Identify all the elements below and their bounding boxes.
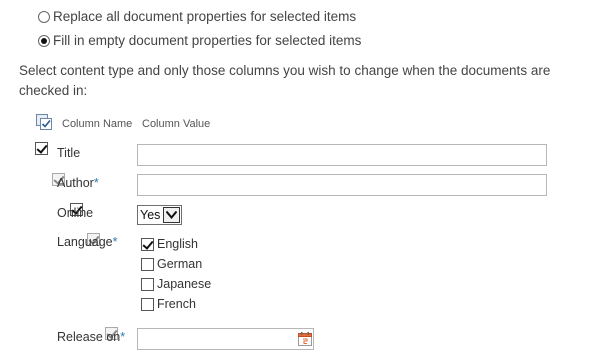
title-input[interactable] bbox=[137, 144, 547, 166]
title-label: Title bbox=[57, 146, 81, 160]
language-option-english[interactable]: English bbox=[141, 234, 211, 254]
calendar-icon[interactable] bbox=[297, 331, 313, 352]
column-name-header: Column Name bbox=[62, 118, 133, 130]
language-japanese-label: Japanese bbox=[157, 277, 212, 291]
title-checkbox[interactable] bbox=[35, 142, 48, 155]
fill-empty-radio[interactable] bbox=[38, 34, 50, 47]
language-option-japanese[interactable]: Japanese bbox=[141, 274, 211, 294]
language-japanese-checkbox[interactable] bbox=[141, 277, 154, 291]
release-on-required-mark: * bbox=[120, 330, 126, 344]
chevron-down-icon[interactable] bbox=[163, 207, 180, 223]
language-german-label: German bbox=[157, 257, 203, 271]
language-label-text: Language bbox=[57, 235, 113, 249]
language-english-checkbox[interactable] bbox=[141, 237, 154, 251]
author-label-text: Author bbox=[57, 176, 94, 190]
release-on-label-text: Release on bbox=[57, 330, 121, 344]
select-all-icon[interactable] bbox=[36, 114, 52, 135]
column-value-header: Column Value bbox=[142, 118, 211, 130]
fill-empty-option[interactable]: Fill in empty document properties for se… bbox=[38, 33, 361, 48]
language-german-checkbox[interactable] bbox=[141, 257, 154, 271]
language-label: Language* bbox=[57, 235, 118, 249]
online-label: Online bbox=[57, 206, 94, 220]
language-french-checkbox[interactable] bbox=[141, 297, 154, 311]
fill-empty-label: Fill in empty document properties for se… bbox=[53, 33, 362, 48]
language-option-french[interactable]: French bbox=[141, 294, 211, 314]
language-required-mark: * bbox=[112, 235, 118, 249]
replace-all-label: Replace all document properties for sele… bbox=[53, 9, 357, 24]
author-input[interactable] bbox=[137, 174, 547, 196]
author-required-mark: * bbox=[93, 176, 99, 190]
online-select[interactable]: Yes bbox=[137, 205, 182, 225]
author-label: Author* bbox=[57, 176, 99, 190]
instructions-text: Select content type and only those colum… bbox=[19, 63, 551, 98]
release-on-input[interactable] bbox=[137, 328, 314, 350]
replace-all-radio[interactable] bbox=[38, 10, 50, 23]
language-option-german[interactable]: German bbox=[141, 254, 211, 274]
replace-all-option[interactable]: Replace all document properties for sele… bbox=[38, 9, 356, 24]
language-options: English German Japanese French bbox=[141, 234, 211, 314]
release-on-label: Release on* bbox=[57, 330, 125, 344]
language-french-label: French bbox=[157, 297, 196, 311]
language-english-label: English bbox=[157, 237, 198, 251]
online-select-value: Yes bbox=[140, 208, 161, 222]
